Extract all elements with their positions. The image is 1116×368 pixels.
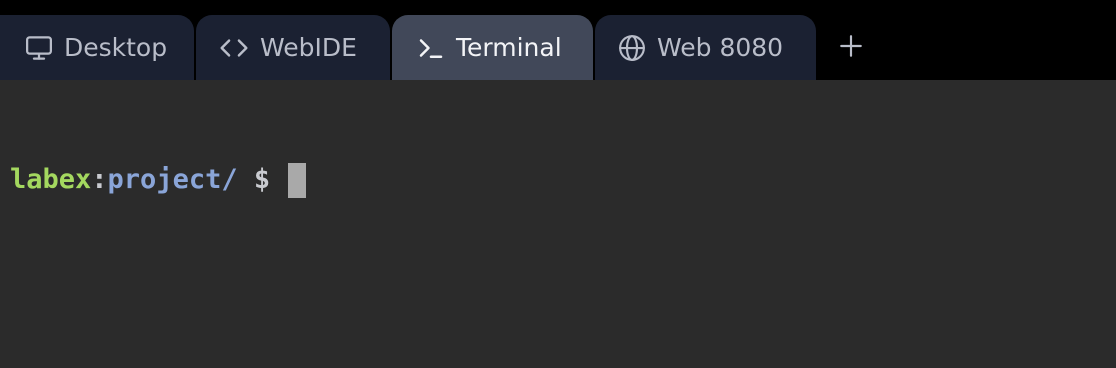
prompt-user: labex <box>10 164 92 195</box>
monitor-icon <box>24 33 54 63</box>
tab-terminal[interactable]: Terminal <box>392 15 593 80</box>
terminal-icon <box>416 33 446 63</box>
terminal-cursor <box>288 162 307 198</box>
tab-label: Terminal <box>456 33 562 62</box>
prompt-line: labex: project/ $ <box>10 162 1116 198</box>
add-tab-button[interactable] <box>832 28 870 68</box>
code-icon <box>218 33 250 63</box>
tab-label: Web 8080 <box>657 33 784 62</box>
tab-webide[interactable]: WebIDE <box>196 15 390 80</box>
plus-icon <box>838 33 864 64</box>
app-window: Desktop WebIDE Terminal Web 8080 labex:… <box>0 0 1116 368</box>
globe-icon <box>617 33 647 63</box>
tab-bar: Desktop WebIDE Terminal Web 8080 <box>0 0 1116 80</box>
prompt-separator: : <box>91 164 108 195</box>
tab-web-8080[interactable]: Web 8080 <box>595 15 816 80</box>
prompt-path: project/ <box>107 164 238 195</box>
tab-label: Desktop <box>64 33 168 62</box>
tab-label: WebIDE <box>260 33 357 62</box>
tab-desktop[interactable]: Desktop <box>0 15 194 80</box>
prompt-symbol: $ <box>253 164 271 195</box>
terminal-pane[interactable]: labex: project/ $ <box>0 80 1116 368</box>
